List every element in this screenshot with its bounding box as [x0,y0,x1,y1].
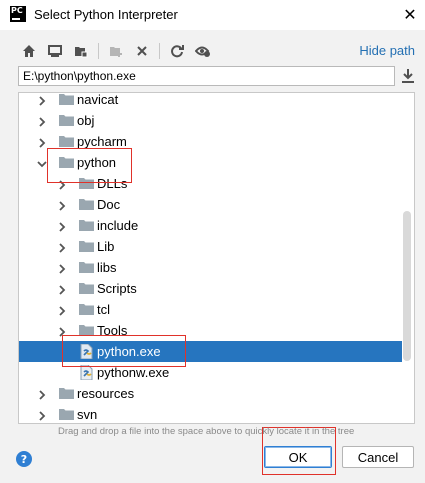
folder-icon [79,198,94,210]
chevron-right-icon[interactable] [37,94,47,106]
home-icon [23,45,35,57]
chevron-right-icon[interactable] [57,241,67,253]
chevron-right-icon[interactable] [57,325,67,337]
path-input[interactable]: E:\python\python.exe [18,66,395,86]
tree-folder-row[interactable]: resources [19,383,402,404]
tree-item-label: obj [77,113,95,128]
chevron-right-icon[interactable] [37,136,47,148]
toolbar-separator [98,43,99,59]
refresh-icon [171,45,184,58]
chevron-right-icon[interactable] [37,388,47,400]
tree-scrollbar[interactable] [403,211,411,361]
tree-folder-row[interactable]: include [19,215,402,236]
desktop-button[interactable] [44,40,66,62]
help-button[interactable]: ? [16,451,32,467]
ok-button[interactable]: OK [264,446,332,468]
tree-folder-row[interactable]: libs [19,257,402,278]
chevron-right-icon[interactable] [57,262,67,274]
folder-icon [79,282,94,294]
toolbar [18,40,218,62]
show-hidden-icon [195,46,210,57]
new-folder-button[interactable] [105,40,127,62]
delete-icon [137,46,147,56]
desktop-icon [48,45,62,57]
new-folder-icon [110,47,122,57]
tree-item-label: resources [77,386,135,401]
close-icon: ✕ [403,7,417,24]
tree-folder-row[interactable]: Lib [19,236,402,257]
project-folder-icon [75,47,88,58]
drag-drop-hint: Drag and drop a file into the space abov… [58,426,355,437]
app-icon-text: PC [11,6,23,15]
highlight-python-folder [47,148,132,183]
tree-item-label: Scripts [97,281,137,296]
tree-folder-row[interactable]: navicat [19,92,402,110]
cancel-button[interactable]: Cancel [342,446,414,468]
help-icon: ? [20,452,28,466]
folder-icon [79,240,94,252]
pycharm-app-icon: PC [10,6,26,22]
tree-folder-row[interactable]: Scripts [19,278,402,299]
select-interpreter-dialog: PC Select Python Interpreter ✕ Hide path… [0,0,425,483]
folder-icon [79,303,94,315]
home-button[interactable] [18,40,40,62]
tree-folder-row[interactable]: obj [19,110,402,131]
folder-icon [79,261,94,273]
folder-icon [59,93,74,105]
refresh-button[interactable] [166,40,188,62]
hide-path-link[interactable]: Hide path [359,43,415,58]
tree-item-label: tcl [97,302,110,317]
tree-item-label: svn [77,407,98,422]
tree-item-label: pythonw.exe [97,365,170,380]
tree-item-label: include [97,218,139,233]
folder-icon [59,135,74,147]
tree-folder-row[interactable]: svn [19,404,402,423]
dialog-title: Select Python Interpreter [34,7,178,22]
toolbar-separator-2 [159,43,160,59]
delete-button[interactable] [131,40,153,62]
tree-item-label: Lib [97,239,115,254]
show-hidden-button[interactable] [192,40,214,62]
title-bar: PC Select Python Interpreter ✕ [0,0,425,30]
folder-icon [79,219,94,231]
chevron-right-icon[interactable] [57,220,67,232]
folder-icon [59,387,74,399]
chevron-down-icon[interactable] [37,157,47,168]
folder-icon [59,408,74,420]
highlight-python-exe [62,335,186,367]
chevron-right-icon[interactable] [57,304,67,316]
tree-folder-row[interactable]: Doc [19,194,402,215]
chevron-right-icon[interactable] [37,409,47,421]
file-tree[interactable]: navicat obj pycharm python DLLs Doc include Lib… [18,92,415,424]
tree-item-label: pycharm [77,134,127,149]
chevron-right-icon[interactable] [57,283,67,295]
tree-item-label: libs [97,260,117,275]
tree-item-label: Doc [97,197,121,212]
tree-folder-row[interactable]: tcl [19,299,402,320]
tree-item-label: navicat [77,92,119,107]
chevron-right-icon[interactable] [57,199,67,211]
project-folder-button[interactable] [70,40,92,62]
download-icon[interactable] [401,68,415,84]
chevron-right-icon[interactable] [37,115,47,127]
close-button[interactable]: ✕ [395,0,425,30]
folder-icon [59,114,74,126]
